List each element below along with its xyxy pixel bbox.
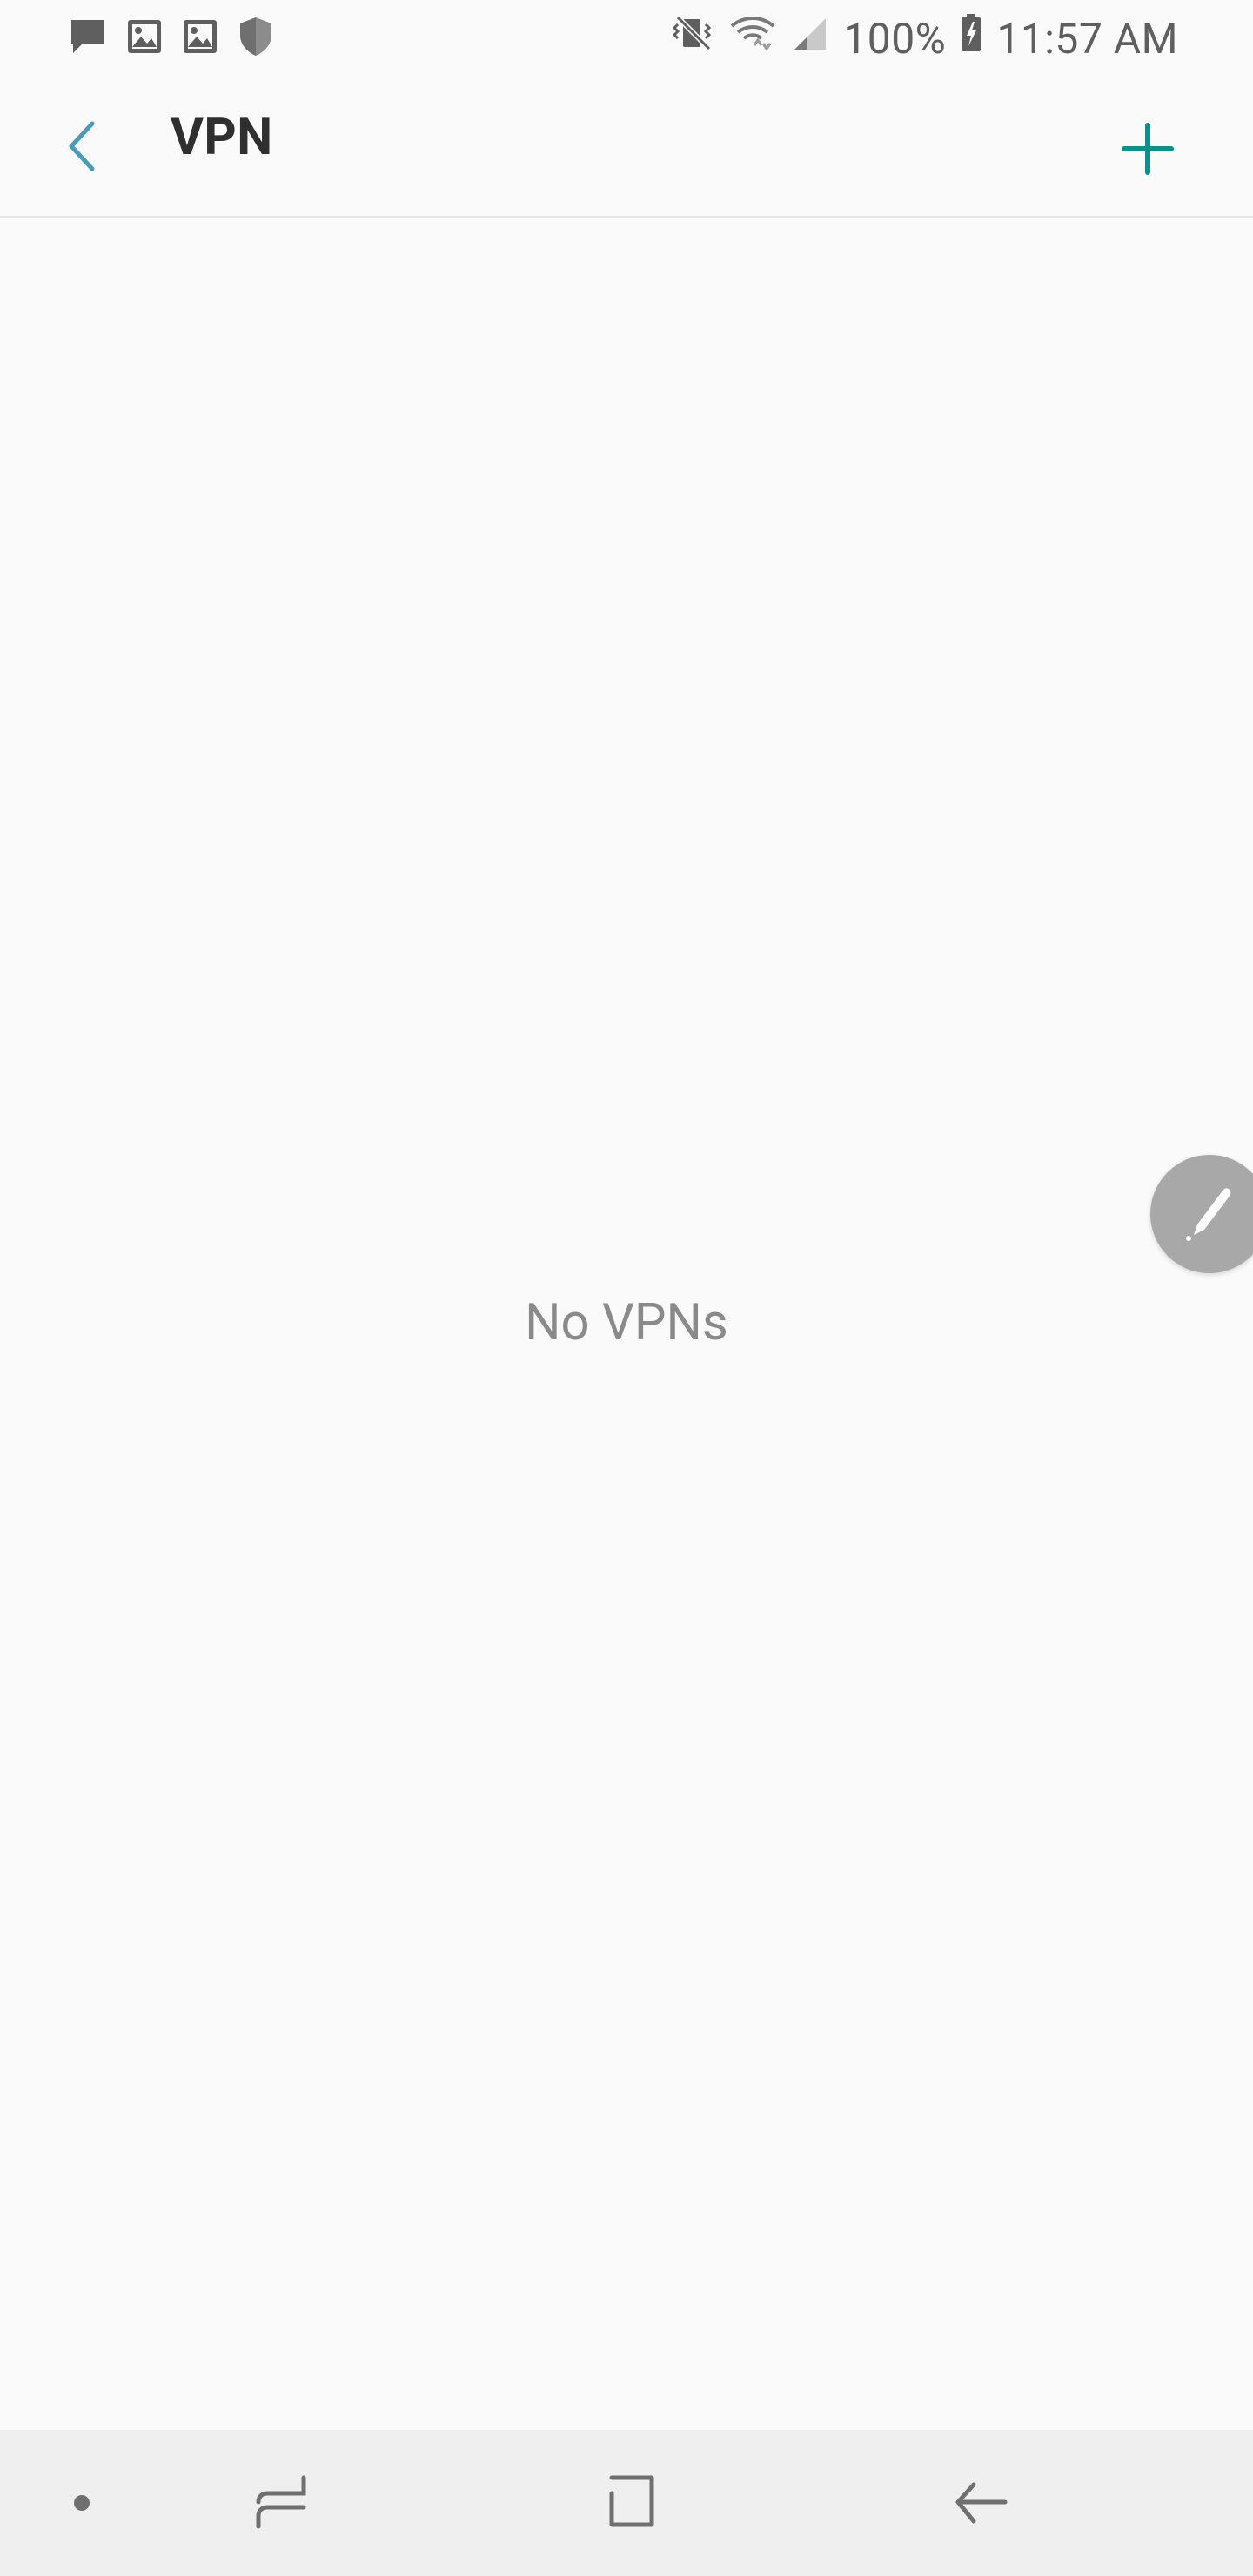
nav-dot-button[interactable]: [38, 2459, 125, 2546]
mute-vibrate-icon: [673, 12, 714, 64]
battery-charging-icon: [960, 13, 982, 64]
status-right: 100% 11:57 AM: [673, 12, 1178, 64]
empty-state-message: No VPNs: [525, 1293, 728, 1352]
clock: 11:57 AM: [996, 13, 1178, 64]
battery-percent: 100%: [843, 13, 947, 64]
wifi-icon: [728, 12, 777, 64]
page-title: VPN: [171, 108, 273, 167]
floating-edit-button[interactable]: [1150, 1155, 1253, 1273]
status-bar: 100% 11:57 AM: [0, 0, 1253, 73]
message-icon: [68, 17, 108, 60]
plus-icon: [1122, 123, 1174, 175]
recents-icon: [256, 2475, 306, 2529]
home-button[interactable]: [586, 2459, 673, 2546]
back-button[interactable]: [57, 115, 110, 178]
image-icon: [125, 17, 164, 59]
home-icon: [609, 2475, 654, 2527]
back-icon: [955, 2482, 1008, 2524]
pen-icon: [1186, 1188, 1231, 1241]
signal-icon: [791, 14, 829, 64]
screen: 100% 11:57 AM VPN No VPNs: [0, 0, 1253, 2576]
navigation-bar: [0, 2430, 1253, 2576]
shield-icon: [237, 16, 275, 61]
status-left-icons: [68, 16, 275, 61]
app-bar: VPN: [0, 73, 1253, 218]
dot-icon: [74, 2495, 90, 2511]
recents-button[interactable]: [237, 2459, 324, 2546]
back-nav-button[interactable]: [936, 2459, 1023, 2546]
image-icon: [181, 17, 219, 59]
chevron-left-icon: [69, 121, 95, 171]
add-vpn-button[interactable]: [1116, 117, 1180, 181]
